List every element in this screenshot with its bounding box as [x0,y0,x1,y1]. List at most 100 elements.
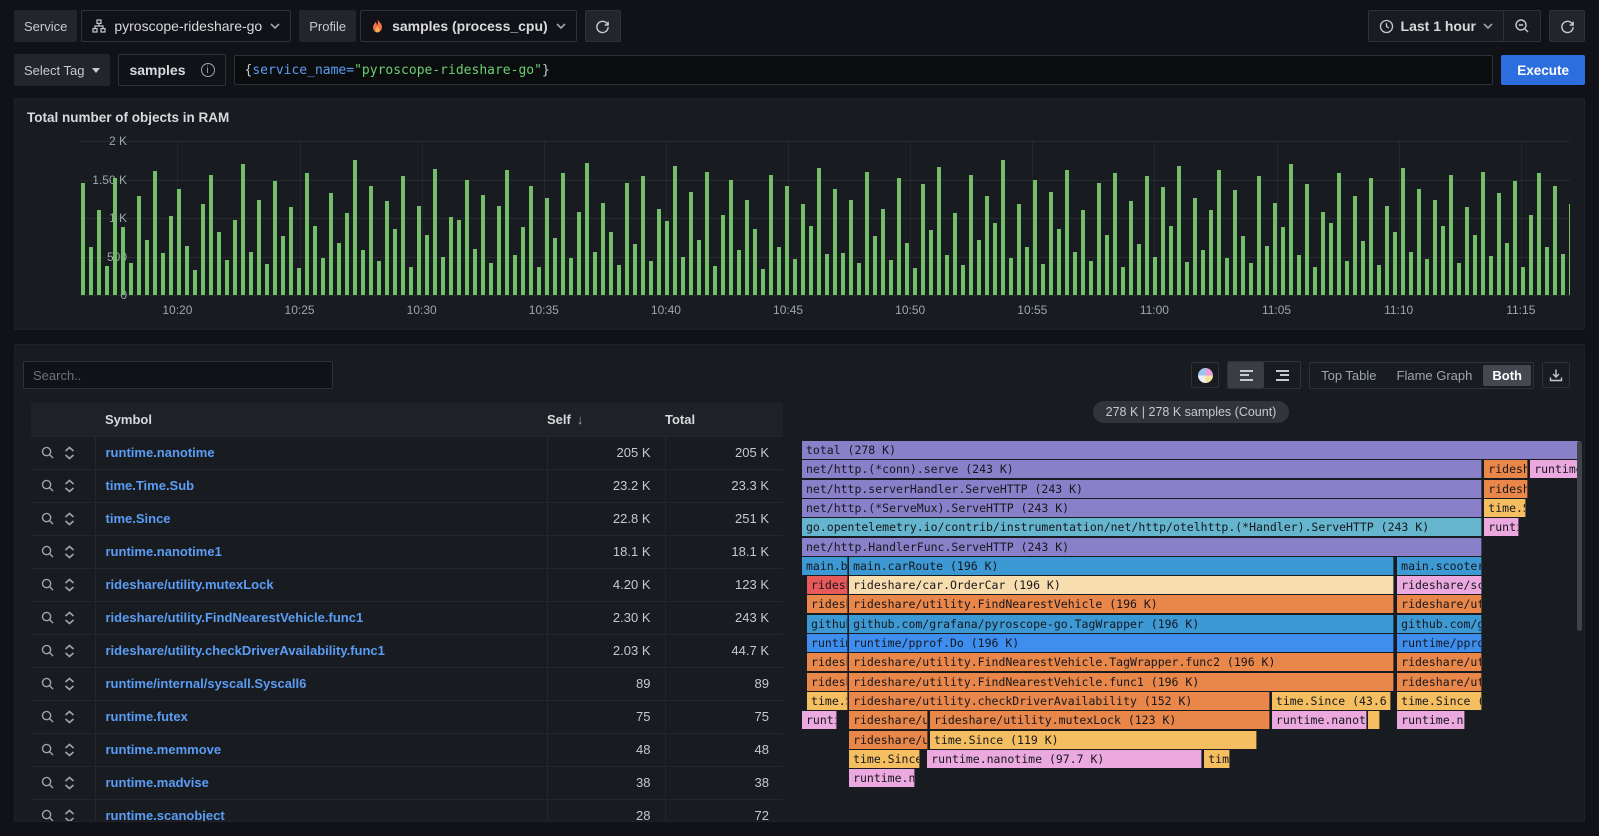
chart-bar[interactable] [1177,166,1181,295]
query-input[interactable]: {service_name="pyroscope-rideshare-go"} [234,55,1494,85]
flame-block[interactable]: rideshare/utility.FindNearestVehicle (19… [849,595,1394,613]
flame-block[interactable]: runtime.na [1397,711,1465,729]
chart-bar[interactable] [825,254,829,295]
chart-bar[interactable] [753,229,757,295]
symbol-link[interactable]: runtime.scanobject [95,799,547,822]
chart-bar[interactable] [401,176,405,295]
flame-block[interactable]: rideshare/utility.FindNearestVehicle.fun… [849,673,1394,691]
chart-bar[interactable] [265,264,269,295]
view-tab-both[interactable]: Both [1483,365,1531,386]
chart-bar[interactable] [497,206,501,295]
symbol-link[interactable]: runtime.nanotime1 [95,535,547,568]
execute-button[interactable]: Execute [1501,55,1585,85]
chart-bar[interactable] [425,235,429,295]
chart-bar[interactable] [145,240,149,295]
chart-bar[interactable] [385,201,389,295]
chart-bar[interactable] [1313,267,1317,295]
expand-collapse-icon[interactable] [64,776,75,790]
profile-dropdown[interactable]: samples (process_cpu) [360,10,577,42]
chart-bar[interactable] [1185,262,1189,295]
symbol-link[interactable]: rideshare/utility.checkDriverAvailabilit… [95,634,547,667]
chart-bar[interactable] [593,252,597,295]
chart-bar[interactable] [1225,258,1229,295]
chart-bar[interactable] [545,198,549,295]
flame-block[interactable]: github.com/grafana/pyroscope-go.TagWrapp… [849,615,1394,633]
chart-bar[interactable] [937,167,941,295]
chart-bar[interactable] [585,163,589,295]
chart-bar[interactable] [1473,235,1477,295]
expand-collapse-icon[interactable] [64,677,75,691]
chart-bar[interactable] [849,200,853,295]
service-dropdown[interactable]: pyroscope-rideshare-go [81,10,291,42]
search-symbol-icon[interactable] [41,545,54,558]
chart-bar[interactable] [473,249,477,295]
view-tab-flame-graph[interactable]: Flame Graph [1388,365,1482,386]
expand-collapse-icon[interactable] [64,611,75,625]
chart-bar[interactable] [241,164,245,295]
chart-bar[interactable] [785,186,789,295]
chart-bar[interactable] [377,261,381,295]
chart-bar[interactable] [489,263,493,295]
search-symbol-icon[interactable] [41,446,54,459]
expand-collapse-icon[interactable] [64,644,75,658]
flame-block[interactable]: main.scooterR [1397,557,1482,575]
view-tab-top-table[interactable]: Top Table [1312,365,1385,386]
chart-bar[interactable] [897,178,901,295]
flame-block[interactable]: ridesh [807,576,848,594]
flame-block[interactable]: runtime.n [849,769,915,787]
chart-bar[interactable] [345,213,349,295]
flame-block[interactable]: rideshare/car.OrderCar (196 K) [849,576,1394,594]
chart-bar[interactable] [417,206,421,295]
chart-bar[interactable] [233,220,237,295]
chart-bar[interactable] [809,226,813,295]
chart-bar[interactable] [617,265,621,295]
chart-bar[interactable] [689,192,693,295]
chart-bar[interactable] [281,236,285,295]
chart-bar[interactable] [193,270,197,295]
search-symbol-icon[interactable] [41,644,54,657]
chart-bar[interactable] [601,203,605,295]
chart-bar[interactable] [961,265,965,295]
chart-bar[interactable] [129,263,133,295]
chart-bar[interactable] [1305,184,1309,295]
chart-bar[interactable] [841,253,845,295]
chart-bar[interactable] [745,200,749,295]
chart-bar[interactable] [777,247,781,295]
chart-bar[interactable] [1113,173,1117,295]
chart-bar[interactable] [369,186,373,295]
chart-bar[interactable] [729,180,733,295]
flame-block[interactable]: ridesh [1484,480,1528,498]
chart-bar[interactable] [465,180,469,296]
flame-block[interactable]: rideshare/utility.checkDriverAvailabilit… [849,692,1270,710]
chart-bar[interactable] [1553,186,1557,295]
chart-bar[interactable] [1521,267,1525,295]
chart-bar[interactable] [1001,160,1005,295]
color-scheme-button[interactable] [1191,362,1219,388]
flame-block[interactable]: rideshare/uti [1397,673,1482,691]
select-tag-button[interactable]: Select Tag [14,54,110,86]
align-left-button[interactable] [1228,362,1264,388]
chart-bar[interactable] [1137,244,1141,295]
chart-bar[interactable] [225,260,229,295]
symbol-link[interactable]: runtime.nanotime [95,436,547,469]
flame-block[interactable]: go.opentelemetry.io/contrib/instrumentat… [802,518,1482,536]
symbol-link[interactable]: runtime.futex [95,700,547,733]
expand-collapse-icon[interactable] [64,743,75,757]
chart-bar[interactable] [1361,241,1365,295]
chart-bar[interactable] [561,173,565,295]
flame-block[interactable]: rideshare/uti [1397,653,1482,671]
flame-block[interactable]: net/http.(*ServeMux).ServeHTTP (243 K) [802,499,1482,517]
chart-bar[interactable] [1081,210,1085,295]
chart-bar[interactable] [833,189,837,295]
chart-bar[interactable] [665,221,669,295]
total-column-header[interactable]: Total [665,403,783,436]
chart-bar[interactable] [1097,183,1101,295]
chart-bar[interactable] [361,250,365,295]
flame-block[interactable]: ridesh [1484,460,1528,478]
chart-bar[interactable] [857,263,861,295]
flame-block[interactable]: ridesh [807,653,848,671]
chart-bar[interactable] [1233,190,1237,295]
chart-bar[interactable] [97,210,101,295]
flame-block[interactable]: net/http.serverHandler.ServeHTTP (243 K) [802,480,1482,498]
chart-bar[interactable] [1545,247,1549,295]
